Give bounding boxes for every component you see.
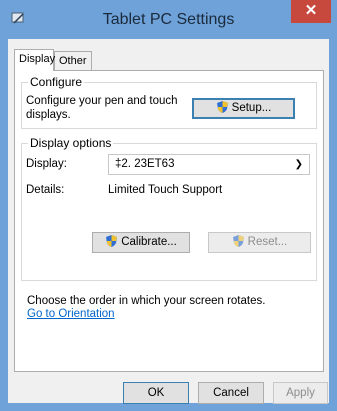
uac-shield-icon [232, 235, 244, 247]
close-button[interactable]: ✕ [291, 0, 331, 23]
display-label: Display: [26, 158, 67, 170]
configure-description: Configure your pen and touch displays. [26, 95, 178, 121]
display-options-group: Display options Display: ‡2. 23ET63 ❯ De… [21, 136, 317, 281]
orientation-text: Choose the order in which your screen ro… [27, 295, 266, 307]
orientation-link[interactable]: Go to Orientation [27, 308, 115, 320]
title-bar[interactable]: Tablet PC Settings ✕ [0, 0, 337, 40]
window-title: Tablet PC Settings [102, 11, 235, 28]
tablet-pc-settings-window: Tablet PC Settings ✕ Display Other Confi… [0, 0, 337, 411]
details-value: Limited Touch Support [108, 184, 223, 196]
display-tab-panel: Configure Configure your pen and touch d… [14, 70, 324, 372]
chevron-down-icon: ❯ [294, 159, 303, 170]
details-label: Details: [26, 184, 65, 196]
configure-group-title: Configure [28, 75, 85, 89]
calibrate-button[interactable]: Calibrate... [92, 232, 190, 253]
cancel-button[interactable]: Cancel [198, 382, 264, 404]
ok-button[interactable]: OK [123, 382, 189, 404]
uac-shield-icon [216, 101, 228, 113]
display-select-value: 2. 23ET63 [121, 158, 175, 170]
setup-button-label: Setup... [231, 102, 272, 114]
tab-other[interactable]: Other [54, 51, 92, 70]
uac-shield-icon [106, 235, 118, 247]
tab-display[interactable]: Display [14, 49, 55, 71]
setup-button[interactable]: Setup... [192, 98, 295, 119]
configure-group: Configure Configure your pen and touch d… [21, 75, 317, 129]
dialog-body: Display Other Configure Configure your p… [8, 39, 329, 404]
display-options-group-title: Display options [28, 136, 114, 150]
apply-button[interactable]: Apply [273, 382, 328, 404]
calibrate-button-label: Calibrate... [121, 236, 177, 248]
display-select[interactable]: ‡2. 23ET63 ❯ [108, 154, 310, 175]
reset-button[interactable]: Reset... [208, 232, 311, 253]
reset-button-label: Reset... [247, 236, 288, 248]
